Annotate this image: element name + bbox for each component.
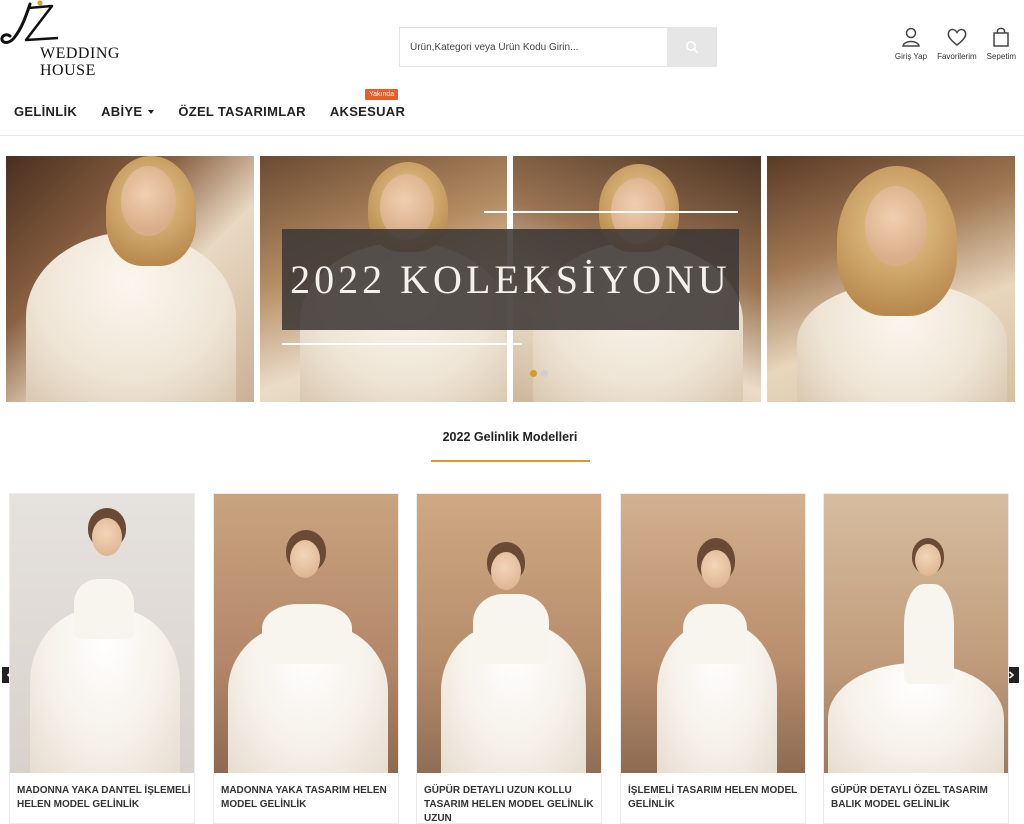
- product-image: [621, 494, 805, 773]
- product-image: [824, 494, 1008, 773]
- product-card[interactable]: GÜPÜR DETAYLI UZUN KOLLU TASARIM HELEN M…: [416, 493, 602, 824]
- heart-icon: [947, 28, 967, 46]
- nav-item-gelinlik[interactable]: GELİNLİK: [14, 104, 77, 119]
- nav-item-abiye[interactable]: ABİYE: [101, 104, 155, 119]
- product-image: [10, 494, 194, 773]
- favorites-label: Favorilerim: [937, 52, 977, 61]
- product-name: MADONNA YAKA TASARIM HELEN MODEL GELİNLİ…: [221, 785, 387, 810]
- search-bar: [399, 27, 717, 67]
- slider-dot-2[interactable]: [541, 370, 548, 377]
- header-divider: [0, 135, 1024, 136]
- nav-item-label: GELİNLİK: [14, 104, 78, 119]
- hero-image-4: [767, 156, 1015, 402]
- slider-dots: [530, 370, 548, 377]
- slider-dot-1[interactable]: [530, 370, 537, 377]
- product-card[interactable]: MADONNA YAKA DANTEL İŞLEMELİ HELEN MODEL…: [9, 493, 195, 824]
- cart-link[interactable]: Sepetim: [987, 26, 1016, 61]
- hero-line-bottom: [282, 343, 522, 345]
- section-underline: [431, 460, 590, 462]
- nav-item-ozel-tasarimlar[interactable]: ÖZEL TASARIMLAR: [178, 104, 306, 119]
- brand-line-1: WEDDING: [40, 45, 120, 62]
- search-input[interactable]: [400, 28, 668, 66]
- product-name: MADONNA YAKA DANTEL İŞLEMELİ HELEN MODEL…: [17, 785, 191, 810]
- search-icon: [685, 41, 698, 54]
- user-icon: [902, 27, 920, 47]
- product-name: GÜPÜR DETAYLI UZUN KOLLU TASARIM HELEN M…: [424, 785, 594, 824]
- login-label: Giriş Yap: [894, 52, 928, 61]
- product-card[interactable]: GÜPÜR DETAYLI ÖZEL TASARIM BALIK MODEL G…: [823, 493, 1009, 824]
- section-title: 2022 Gelinlik Modelleri: [442, 430, 578, 444]
- cart-icon: [993, 27, 1010, 47]
- hero-title: 2022 KOLEKSİYONU: [290, 257, 731, 302]
- chevron-down-icon: [148, 109, 155, 114]
- header-actions: Giriş Yap Favorilerim Sepetim: [895, 26, 1016, 61]
- coming-soon-badge: Yakında: [365, 89, 399, 100]
- brand-logo[interactable]: WEDDING HOUSE: [0, 0, 140, 85]
- cart-label: Sepetim: [986, 52, 1016, 61]
- product-name: GÜPÜR DETAYLI ÖZEL TASARIM BALIK MODEL G…: [831, 785, 988, 810]
- login-link[interactable]: Giriş Yap: [895, 26, 927, 61]
- brand-line-2: HOUSE: [40, 62, 96, 79]
- hero-line-top: [484, 211, 738, 213]
- product-image: [214, 494, 398, 773]
- hero-slider[interactable]: 2022 KOLEKSİYONU: [6, 156, 1015, 402]
- product-name: İŞLEMELİ TASARIM HELEN MODEL GELİNLİK: [628, 785, 798, 810]
- jz-monogram-icon: [0, 0, 59, 44]
- hero-title-box: 2022 KOLEKSİYONU: [282, 229, 739, 330]
- product-image: [417, 494, 601, 773]
- product-card[interactable]: MADONNA YAKA TASARIM HELEN MODEL GELİNLİ…: [213, 493, 399, 824]
- product-card[interactable]: İŞLEMELİ TASARIM HELEN MODEL GELİNLİK: [620, 493, 806, 824]
- nav-item-label: AKSESUAR: [329, 104, 406, 119]
- hero-image-1: [6, 156, 254, 402]
- nav-item-label: ÖZEL TASARIMLAR: [178, 104, 306, 119]
- nav-item-aksesuar[interactable]: AKSESUAR: [330, 104, 405, 119]
- search-button[interactable]: [667, 27, 716, 67]
- favorites-link[interactable]: Favorilerim: [937, 26, 977, 61]
- main-nav: GELİNLİK ABİYE ÖZEL TASARIMLAR AKSESUAR: [14, 104, 429, 119]
- nav-item-label: ABİYE: [101, 104, 143, 119]
